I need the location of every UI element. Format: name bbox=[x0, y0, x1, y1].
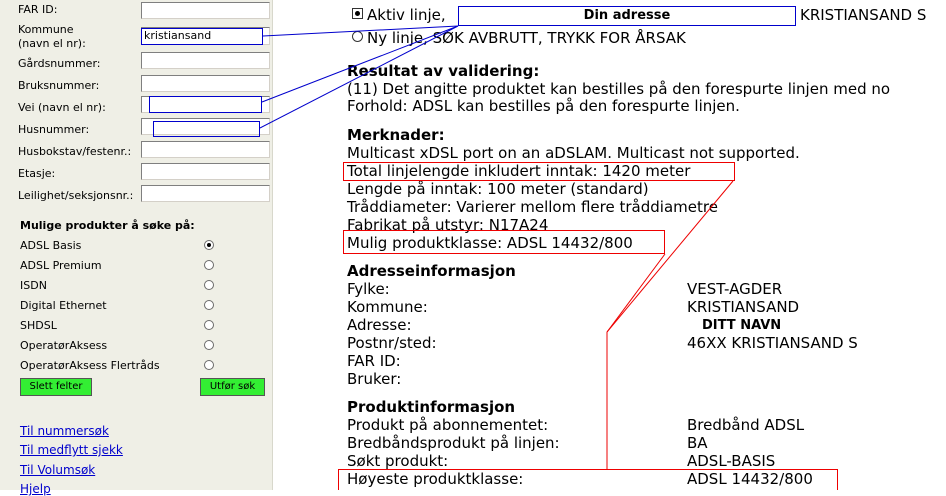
remark-3: Lengde på inntak: 100 meter (standard) bbox=[347, 180, 649, 198]
product-radio-isdn[interactable] bbox=[204, 280, 214, 290]
new-line-label: Ny linje, SØK AVBRUTT, TRYKK FOR ÅRSAK bbox=[367, 29, 686, 47]
product-label-operatoraksess: OperatørAksess bbox=[20, 339, 108, 352]
highlight-product-class bbox=[343, 230, 665, 254]
bruksnummer-label: Bruksnummer: bbox=[18, 79, 100, 92]
prod-key-sokt: Søkt produkt: bbox=[347, 452, 449, 470]
new-line-radio[interactable] bbox=[352, 31, 363, 42]
vei-label: Vei (navn el nr): bbox=[18, 101, 106, 114]
husnummer-label: Husnummer: bbox=[18, 123, 90, 136]
product-heading: Produktinformasjon bbox=[347, 398, 516, 416]
link-number-search[interactable]: Til nummersøk bbox=[20, 424, 109, 438]
address-city: KRISTIANSAND S bbox=[800, 6, 927, 24]
addr-val-postnr: 46XX KRISTIANSAND S bbox=[687, 334, 858, 352]
address-placeholder-box: Din adresse bbox=[458, 6, 796, 26]
product-radio-operatoraksess-flertrads[interactable] bbox=[204, 360, 214, 370]
annotation-box-vei bbox=[149, 96, 262, 113]
gardsnummer-label: Gårdsnummer: bbox=[18, 57, 101, 70]
active-line-label: Aktiv linje, bbox=[367, 6, 446, 24]
prod-val-sokt: ADSL-BASIS bbox=[687, 452, 776, 470]
gardsnummer-input[interactable] bbox=[141, 52, 270, 69]
bruksnummer-input[interactable] bbox=[141, 75, 270, 92]
validation-heading: Resultat av validering: bbox=[347, 62, 540, 80]
search-form-panel: FAR ID: Kommune (navn el nr): kristiansa… bbox=[0, 0, 273, 496]
link-move-check[interactable]: Til medflytt sjekk bbox=[20, 443, 123, 457]
product-label-shdsl: SHDSL bbox=[20, 319, 57, 332]
result-panel: Aktiv linje, Din adresse KRISTIANSAND S … bbox=[272, 0, 946, 490]
addr-key-far-id: FAR ID: bbox=[347, 352, 401, 370]
addr-val-adresse: DITT NAVN bbox=[702, 318, 782, 333]
far-id-input[interactable] bbox=[141, 2, 270, 19]
remarks-heading: Merknader: bbox=[347, 126, 445, 144]
etasje-label: Etasje: bbox=[18, 167, 56, 180]
prod-key-bredband: Bredbåndsprodukt på linjen: bbox=[347, 434, 560, 452]
addr-key-adresse: Adresse: bbox=[347, 316, 412, 334]
products-heading: Mulige produkter å søke på: bbox=[20, 219, 195, 232]
addr-val-fylke: VEST-AGDER bbox=[687, 280, 783, 298]
product-radio-adsl-premium[interactable] bbox=[204, 260, 214, 270]
link-volume-search[interactable]: Til Volumsøk bbox=[20, 463, 95, 477]
addr-key-fylke: Fylke: bbox=[347, 280, 390, 298]
highlight-total-length bbox=[343, 162, 735, 181]
remark-1: Multicast xDSL port on an aDSLAM. Multic… bbox=[347, 144, 800, 162]
prod-val-bredband: BA bbox=[687, 434, 708, 452]
annotation-box-kommune bbox=[141, 28, 263, 45]
leilighet-label: Leilighet/seksjonsnr.: bbox=[18, 189, 134, 202]
husbokstav-input[interactable] bbox=[141, 141, 270, 158]
remark-4: Tråddiameter: Varierer mellom flere tråd… bbox=[347, 198, 718, 216]
validation-line-1: (11) Det angitte produktet kan bestilles… bbox=[347, 80, 891, 98]
annotation-box-husnummer bbox=[153, 121, 260, 137]
product-label-digital-ethernet: Digital Ethernet bbox=[20, 299, 107, 312]
husbokstav-label: Husbokstav/festenr.: bbox=[18, 145, 132, 158]
kommune-label-sub: (navn el nr): bbox=[18, 37, 86, 50]
address-heading: Adresseinformasjon bbox=[347, 262, 516, 280]
addr-key-bruker: Bruker: bbox=[347, 370, 402, 388]
active-line-radio[interactable] bbox=[352, 8, 363, 19]
search-button[interactable]: Utfør søk bbox=[200, 378, 265, 396]
product-label-isdn: ISDN bbox=[20, 279, 47, 292]
far-id-label: FAR ID: bbox=[18, 3, 58, 16]
kommune-label: Kommune bbox=[18, 23, 74, 36]
product-radio-operatoraksess[interactable] bbox=[204, 340, 214, 350]
addr-key-postnr: Postnr/sted: bbox=[347, 334, 437, 352]
highlight-highest-class bbox=[338, 469, 838, 490]
product-radio-digital-ethernet[interactable] bbox=[204, 300, 214, 310]
prod-key-abonnement: Produkt på abonnementet: bbox=[347, 416, 549, 434]
addr-key-kommune: Kommune: bbox=[347, 298, 428, 316]
clear-fields-button[interactable]: Slett felter bbox=[20, 378, 92, 396]
product-radio-adsl-basis[interactable] bbox=[204, 240, 214, 250]
product-label-operatoraksess-flertrads: OperatørAksess Flertråds bbox=[20, 359, 160, 372]
addr-val-kommune: KRISTIANSAND bbox=[687, 298, 800, 316]
prod-val-abonnement: Bredbånd ADSL bbox=[687, 416, 805, 434]
leilighet-input[interactable] bbox=[141, 185, 270, 202]
product-label-adsl-basis: ADSL Basis bbox=[20, 239, 82, 252]
product-radio-shdsl[interactable] bbox=[204, 320, 214, 330]
validation-line-2: Forhold: ADSL kan bestilles på den fores… bbox=[347, 97, 740, 115]
link-help[interactable]: Hjelp bbox=[20, 482, 51, 496]
product-label-adsl-premium: ADSL Premium bbox=[20, 259, 102, 272]
etasje-input[interactable] bbox=[141, 163, 270, 180]
